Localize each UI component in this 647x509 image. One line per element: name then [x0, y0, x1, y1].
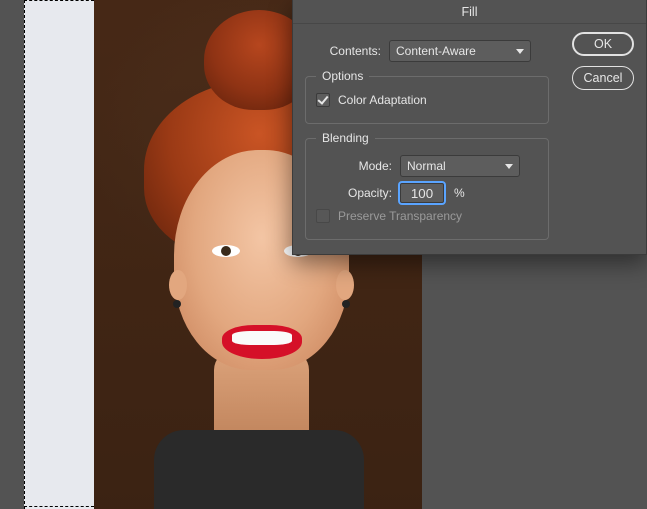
portrait-teeth	[232, 331, 292, 345]
portrait-top	[154, 430, 364, 509]
contents-value: Content-Aware	[396, 44, 476, 58]
chevron-down-icon	[516, 49, 524, 54]
color-adaptation-label: Color Adaptation	[338, 93, 427, 107]
opacity-label: Opacity:	[316, 186, 400, 200]
canvas-expand-region	[24, 0, 94, 509]
portrait-ear	[169, 270, 187, 300]
portrait-earring	[342, 300, 350, 308]
dialog-title: Fill	[293, 0, 646, 24]
options-group-label: Options	[316, 69, 369, 83]
mode-value: Normal	[407, 159, 446, 173]
mode-dropdown[interactable]: Normal	[400, 155, 520, 177]
ok-button-label: OK	[594, 37, 612, 51]
chevron-down-icon	[505, 164, 513, 169]
color-adaptation-checkbox[interactable]	[316, 93, 330, 107]
options-group: Options Color Adaptation	[305, 76, 549, 124]
portrait-earring	[173, 300, 181, 308]
contents-label: Contents:	[305, 44, 389, 58]
cancel-button[interactable]: Cancel	[572, 66, 634, 90]
cancel-button-label: Cancel	[584, 71, 623, 85]
portrait-ear	[336, 270, 354, 300]
blending-group-label: Blending	[316, 131, 375, 145]
ok-button[interactable]: OK	[572, 32, 634, 56]
preserve-transparency-label: Preserve Transparency	[338, 209, 462, 223]
fill-dialog: Fill Contents: Content-Aware Options Col…	[292, 0, 647, 255]
preserve-transparency-checkbox	[316, 209, 330, 223]
mode-label: Mode:	[316, 159, 400, 173]
contents-dropdown[interactable]: Content-Aware	[389, 40, 531, 62]
opacity-input[interactable]	[400, 183, 444, 203]
portrait-eye	[212, 245, 240, 257]
opacity-unit: %	[454, 186, 465, 200]
blending-group: Blending Mode: Normal Opacity: % Preserv…	[305, 138, 549, 240]
